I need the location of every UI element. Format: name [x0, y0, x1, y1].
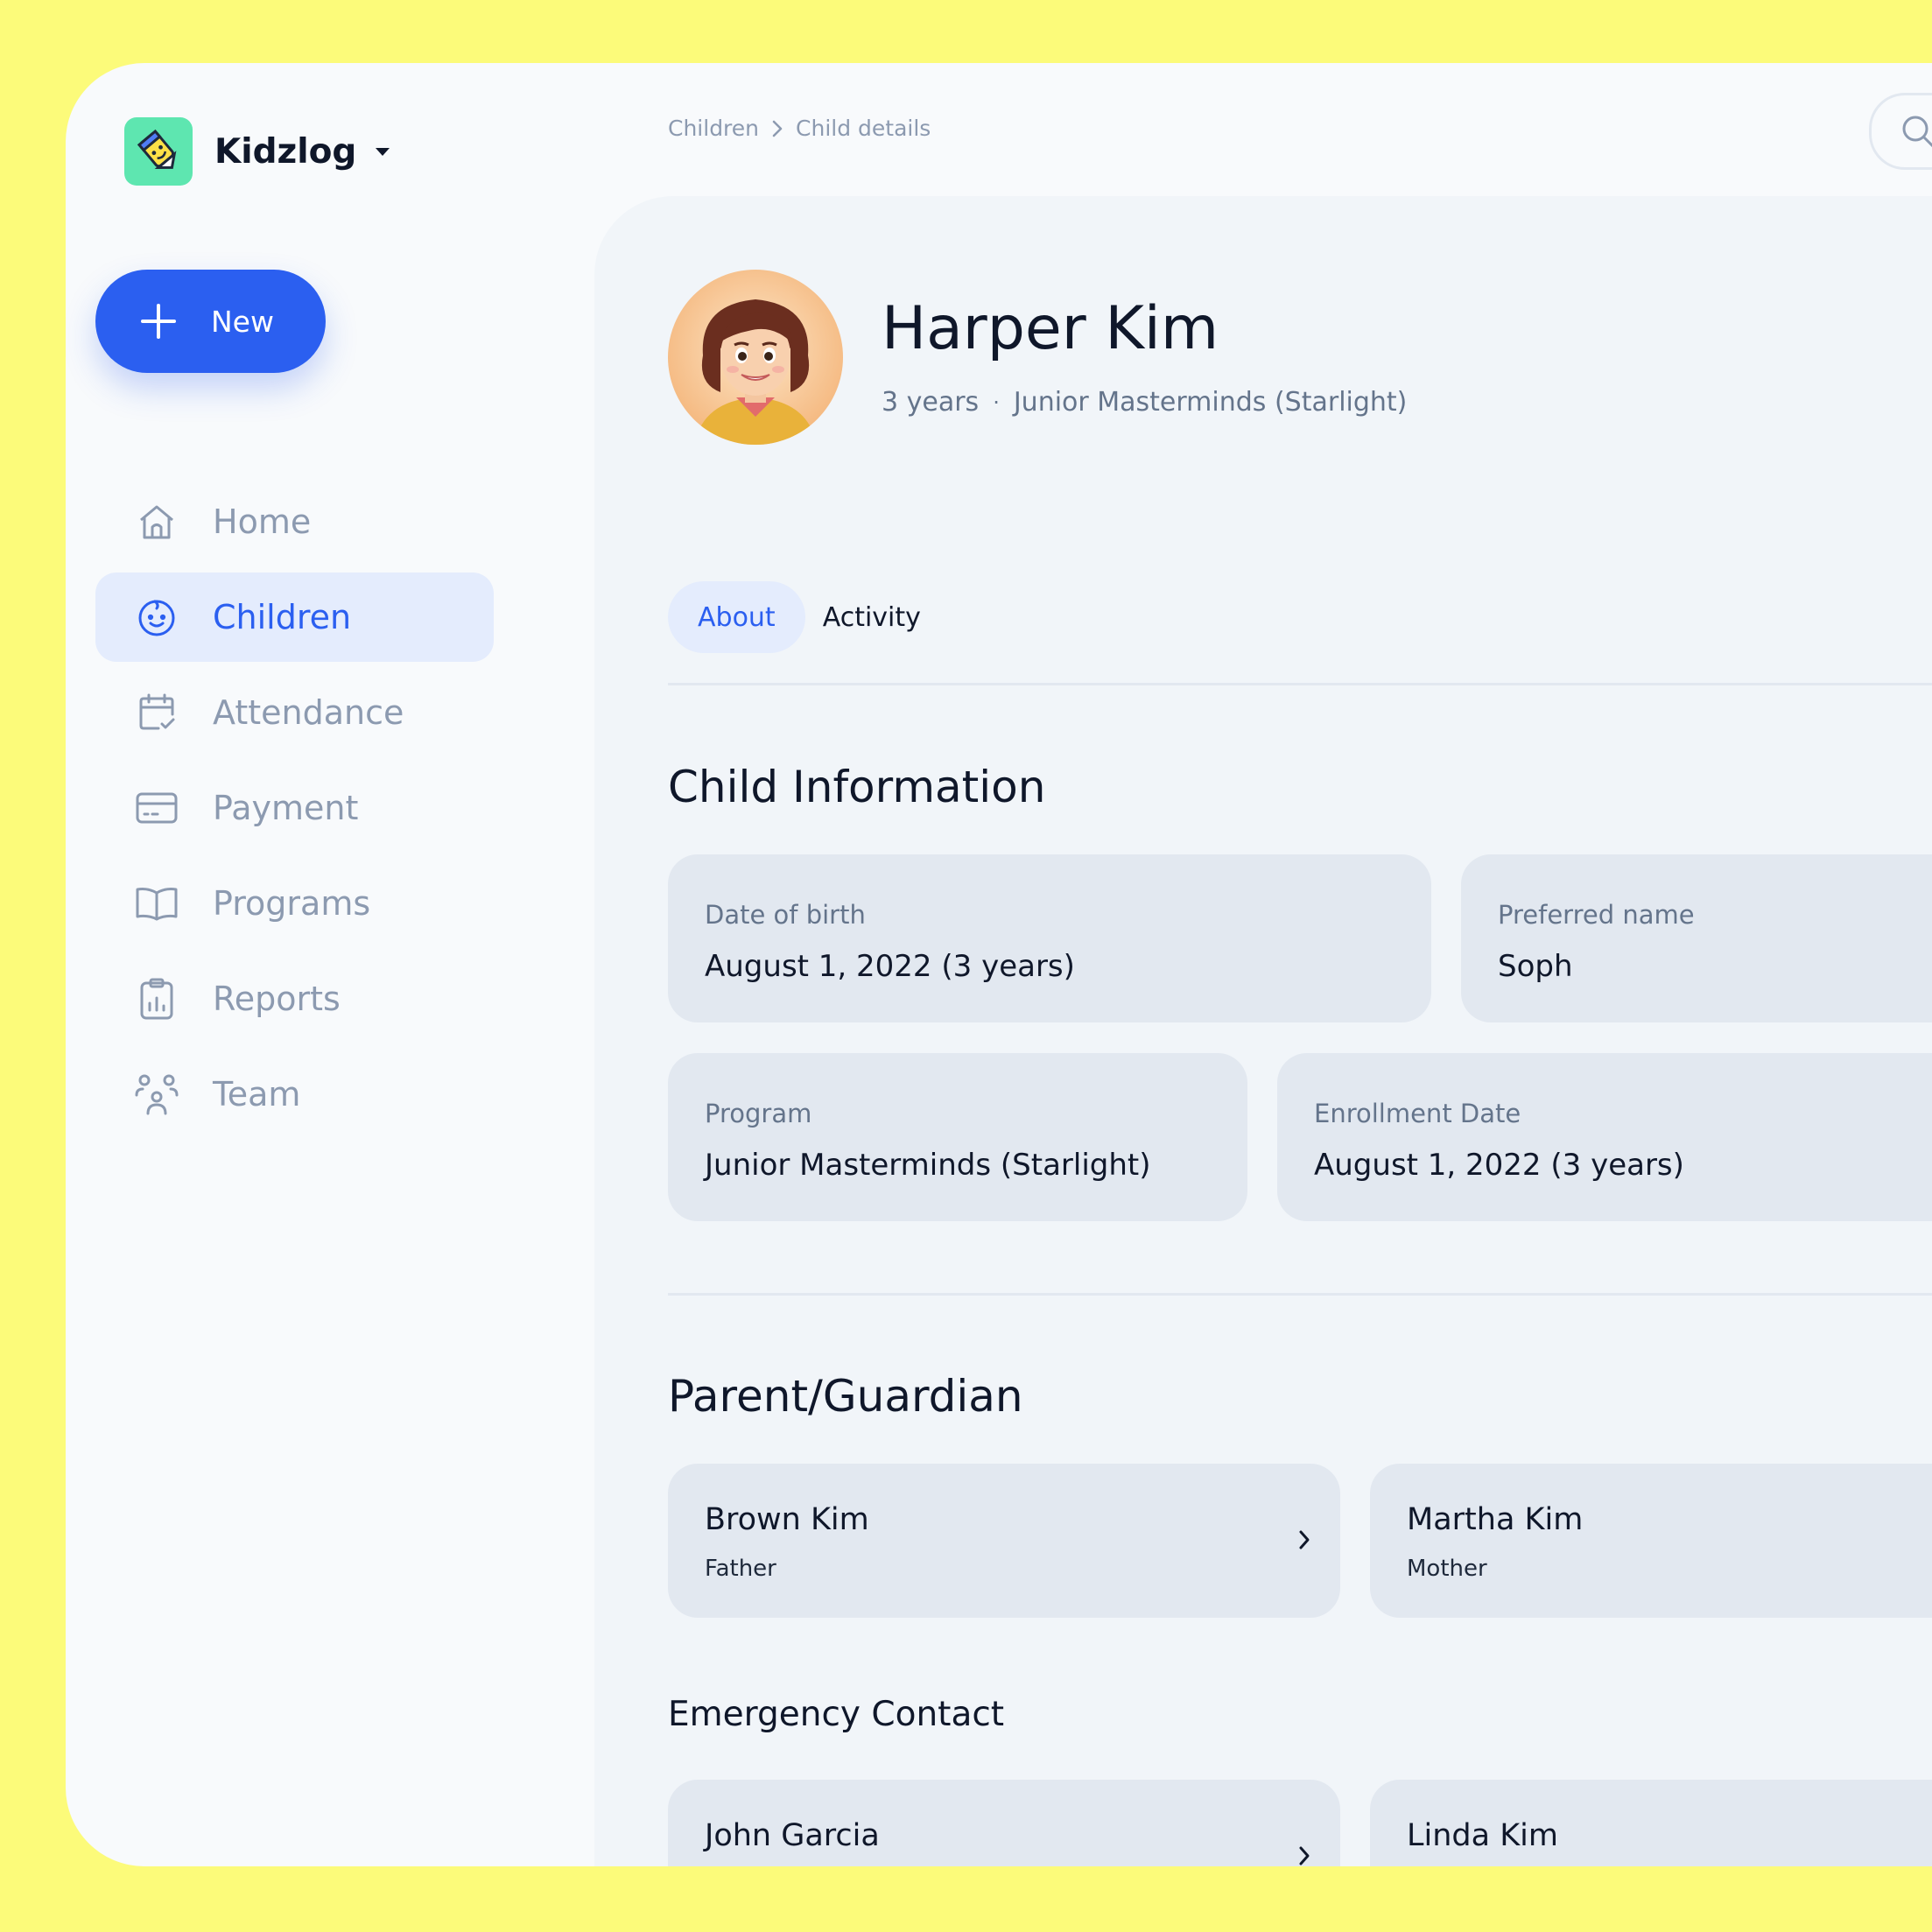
- program-card: Program Junior Masterminds (Starlight): [668, 1053, 1247, 1221]
- search-icon: [1900, 113, 1932, 155]
- child-details-panel: Harper Kim 3 years · Junior Masterminds …: [594, 196, 1932, 1866]
- sidebar-item-label: Team: [213, 1075, 301, 1114]
- emergency-contact-card[interactable]: John Garcia Uncle: [668, 1780, 1340, 1866]
- sidebar-item-payment[interactable]: Payment: [95, 763, 494, 853]
- home-icon: [133, 498, 180, 545]
- sidebar-item-label: Payment: [213, 789, 359, 827]
- people-icon: [133, 1071, 180, 1118]
- sidebar: Kidzlog New Home Children Attendance Pay…: [66, 63, 591, 1866]
- breadcrumb-current: Child details: [796, 116, 931, 141]
- field-value: Junior Masterminds (Starlight): [705, 1148, 1151, 1183]
- search-button[interactable]: [1869, 93, 1932, 170]
- chevron-right-icon: [1296, 1527, 1312, 1556]
- field-label: Preferred name: [1498, 900, 1695, 930]
- sidebar-item-home[interactable]: Home: [95, 477, 494, 566]
- sidebar-item-label: Programs: [213, 884, 371, 923]
- sidebar-item-children[interactable]: Children: [95, 573, 494, 662]
- sidebar-item-label: Reports: [213, 980, 341, 1018]
- breadcrumb-children-link[interactable]: Children: [668, 116, 759, 141]
- person-name: John Garcia: [705, 1818, 880, 1853]
- open-book-icon: [133, 880, 180, 927]
- caret-down-icon: [376, 147, 390, 156]
- sidebar-item-attendance[interactable]: Attendance: [95, 668, 494, 757]
- sidebar-item-label: Attendance: [213, 693, 404, 732]
- new-button-label: New: [211, 304, 274, 339]
- section-divider: [668, 1293, 1932, 1296]
- tab-about[interactable]: About: [668, 581, 805, 653]
- child-program: Junior Masterminds (Starlight): [1013, 387, 1408, 418]
- plus-icon: [141, 304, 176, 339]
- clipboard-chart-icon: [133, 975, 180, 1022]
- emergency-contact-card[interactable]: Linda Kim Grand mother: [1370, 1780, 1932, 1866]
- child-name: Harper Kim: [882, 294, 1219, 363]
- child-meta: 3 years · Junior Masterminds (Starlight): [882, 387, 1407, 418]
- credit-card-icon: [133, 784, 180, 832]
- sidebar-item-label: Children: [213, 598, 352, 636]
- person-role: Father: [705, 1556, 776, 1582]
- chevron-right-icon: [771, 119, 783, 138]
- sidebar-item-reports[interactable]: Reports: [95, 954, 494, 1043]
- sidebar-nav: Home Children Attendance Payment Program…: [95, 477, 494, 1145]
- workspace-switcher[interactable]: Kidzlog: [124, 117, 390, 186]
- field-value: August 1, 2022 (3 years): [705, 949, 1075, 984]
- calendar-check-icon: [133, 689, 180, 736]
- detail-tabs: About Activity: [668, 581, 951, 653]
- field-label: Enrollment Date: [1314, 1099, 1521, 1128]
- field-label: Program: [705, 1099, 812, 1128]
- child-avatar: [668, 270, 843, 445]
- emergency-contact-heading: Emergency Contact: [668, 1695, 1005, 1734]
- parent-guardian-heading: Parent/Guardian: [668, 1371, 1023, 1422]
- field-label: Date of birth: [705, 900, 866, 930]
- field-value: August 1, 2022 (3 years): [1314, 1148, 1684, 1183]
- field-value: Soph: [1498, 949, 1573, 984]
- breadcrumb: Children Child details: [668, 116, 931, 141]
- child-information-heading: Child Information: [668, 762, 1046, 812]
- new-button[interactable]: New: [95, 270, 326, 373]
- workspace-name: Kidzlog: [214, 131, 357, 172]
- preferred-name-card: Preferred name Soph: [1461, 854, 1932, 1022]
- person-name: Brown Kim: [705, 1502, 869, 1537]
- person-name: Linda Kim: [1407, 1818, 1558, 1853]
- guardian-card[interactable]: Brown Kim Father: [668, 1464, 1340, 1618]
- guardian-card[interactable]: Martha Kim Mother: [1370, 1464, 1932, 1618]
- person-name: Martha Kim: [1407, 1502, 1584, 1537]
- tabs-divider: [668, 683, 1932, 685]
- meta-separator: ·: [993, 390, 1000, 415]
- tab-activity[interactable]: Activity: [814, 581, 951, 653]
- date-of-birth-card: Date of birth August 1, 2022 (3 years): [668, 854, 1431, 1022]
- chevron-right-icon: [1296, 1843, 1312, 1866]
- sidebar-item-programs[interactable]: Programs: [95, 859, 494, 948]
- app-window: Kidzlog New Home Children Attendance Pay…: [66, 63, 1932, 1866]
- smiley-face-icon: [133, 594, 180, 641]
- pencil-face-logo: [124, 117, 193, 186]
- person-role: Mother: [1407, 1556, 1487, 1582]
- enrollment-date-card: Enrollment Date August 1, 2022 (3 years): [1277, 1053, 1932, 1221]
- child-age: 3 years: [882, 387, 980, 418]
- sidebar-item-label: Home: [213, 502, 312, 541]
- sidebar-item-team[interactable]: Team: [95, 1050, 494, 1139]
